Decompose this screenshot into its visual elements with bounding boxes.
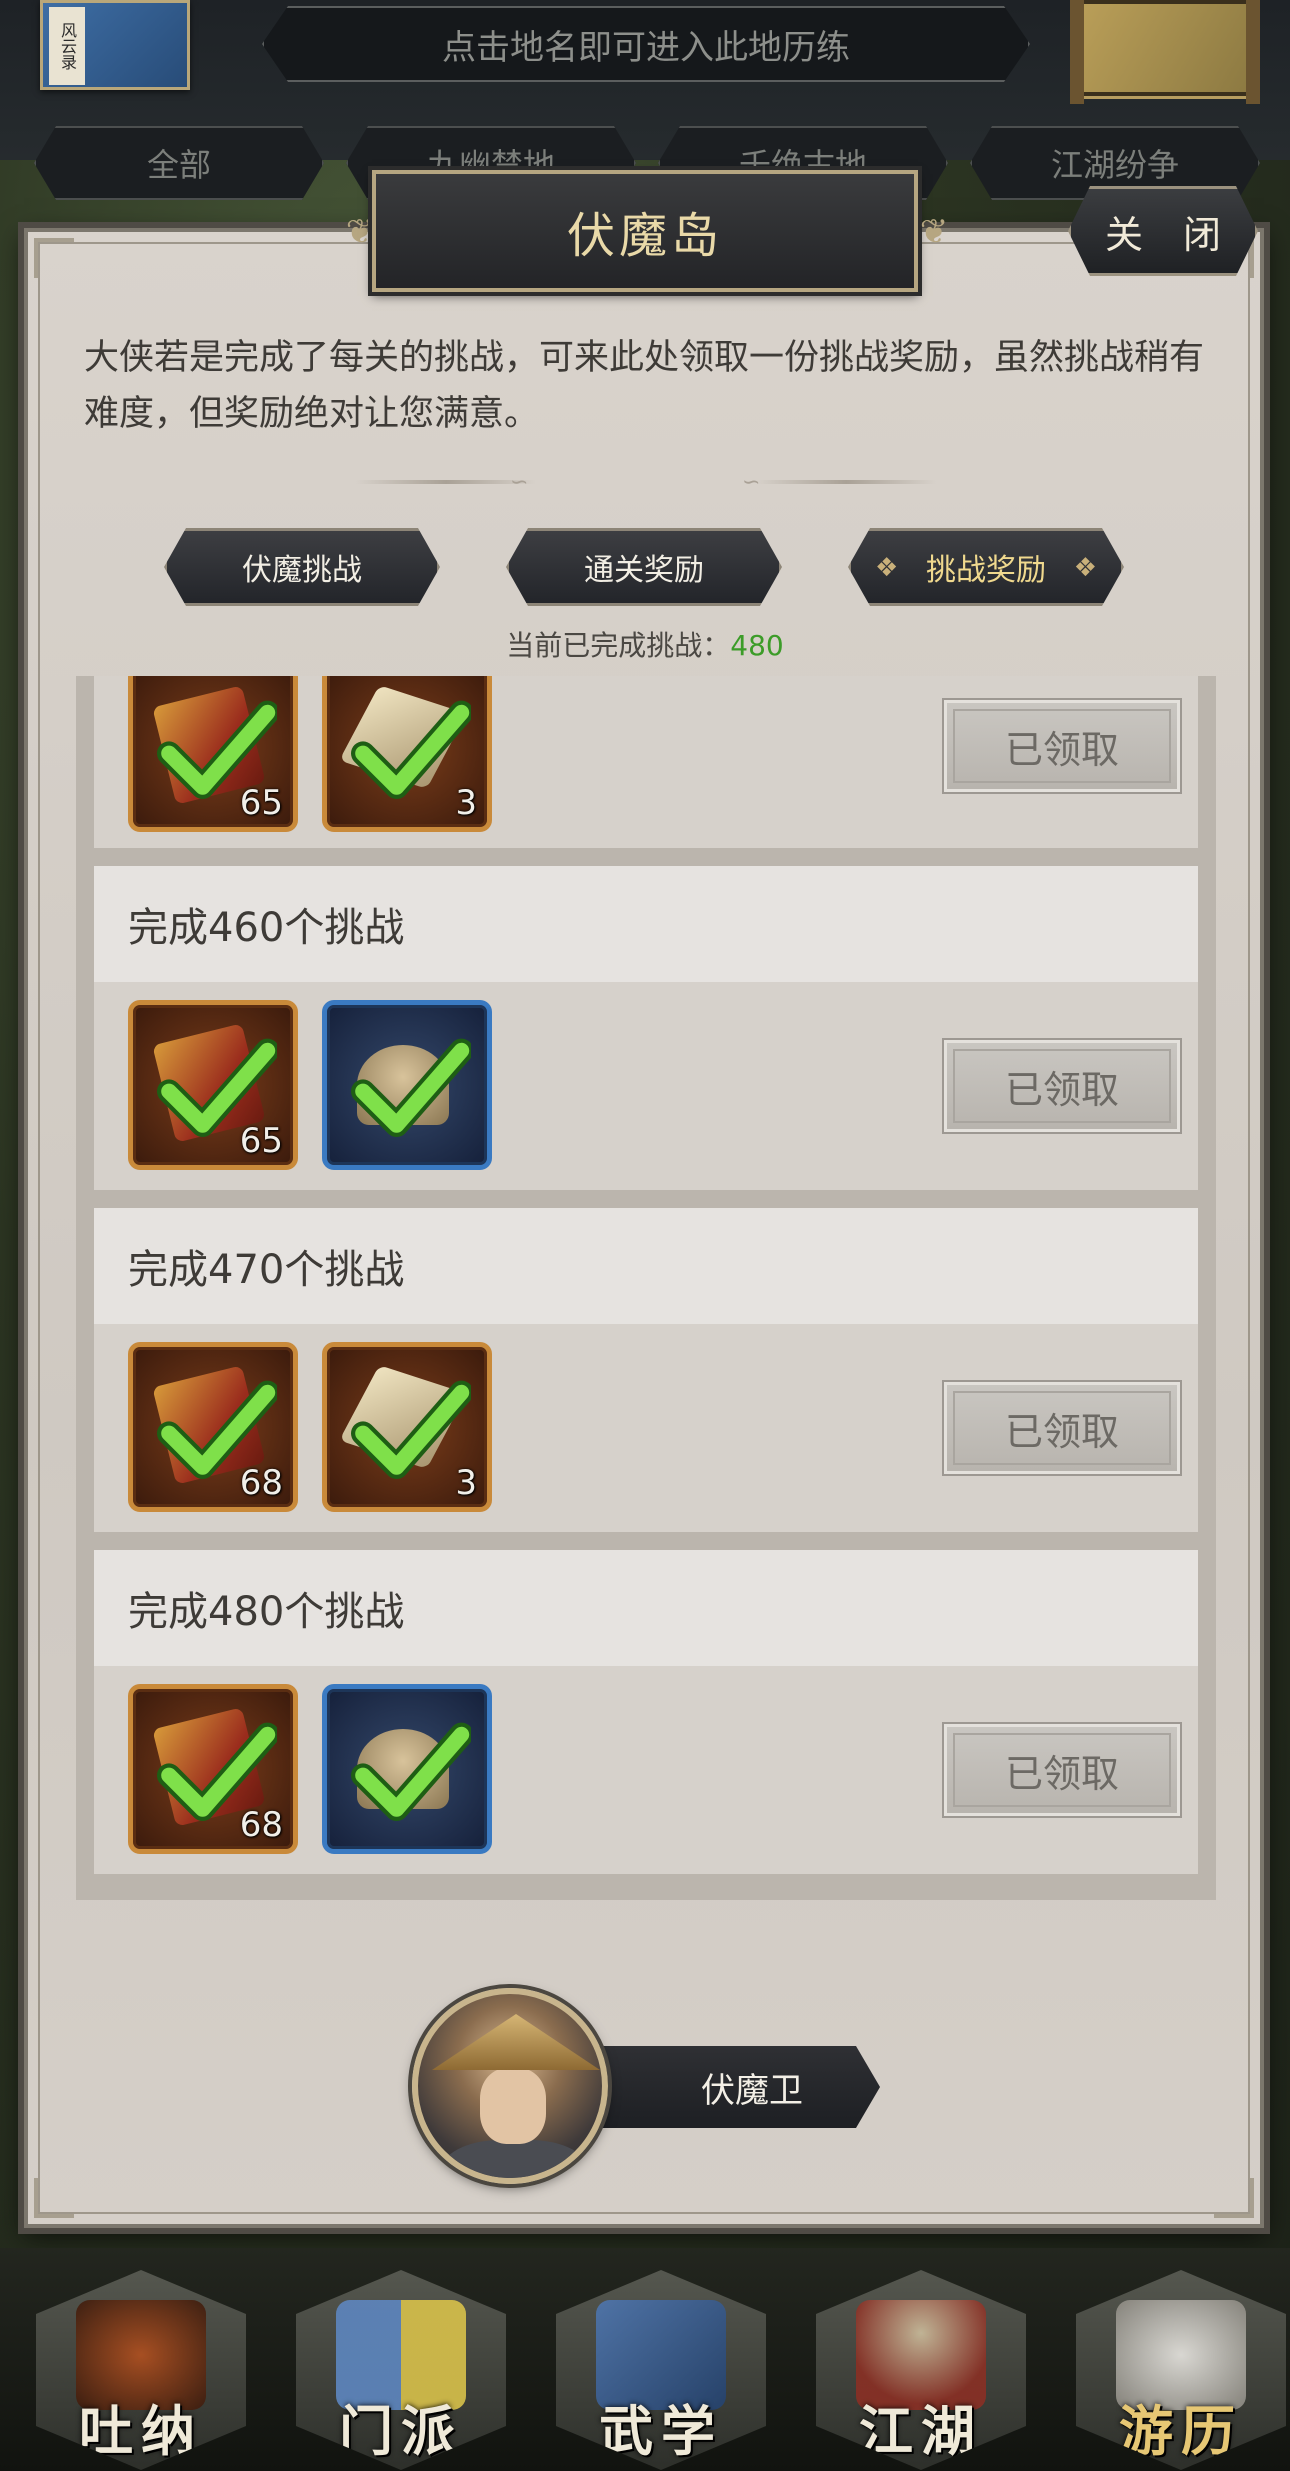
tab-ornament-right-icon: ❖: [1073, 553, 1097, 583]
divider-right: [756, 480, 936, 484]
reward-item-scroll[interactable]: 68: [128, 1342, 298, 1512]
tab-challenge-reward-label: 挑战奖励: [926, 553, 1046, 588]
nav-youli[interactable]: 游历: [1076, 2270, 1286, 2470]
reward-card: 完成480个挑战 68 已领取: [94, 1550, 1198, 1874]
npc-portrait-avatar[interactable]: [412, 1988, 608, 2184]
reward-item-hat[interactable]: [322, 1684, 492, 1854]
reward-item-scroll[interactable]: 68: [128, 1684, 298, 1854]
bottom-nav: 吐纳 门派 武学 江湖 游历: [0, 2248, 1290, 2471]
reward-item-scroll[interactable]: 65: [128, 676, 298, 832]
tab-fumo-challenge[interactable]: 伏魔挑战: [164, 528, 440, 606]
item-count: 65: [239, 1121, 283, 1161]
check-icon: [351, 700, 471, 799]
reward-item-paper[interactable]: 3: [322, 1342, 492, 1512]
divider-left: [356, 480, 536, 484]
reward-card-title: 完成480个挑战: [94, 1550, 1198, 1666]
nav-youli-label: 游历: [1119, 2399, 1243, 2463]
reward-item-scroll[interactable]: 65: [128, 1000, 298, 1170]
reward-card: 65 3 已领取: [94, 676, 1198, 848]
nav-tuna[interactable]: 吐纳: [36, 2270, 246, 2470]
check-icon: [351, 1038, 471, 1137]
tab-challenge-reward[interactable]: ❖ 挑战奖励 ❖: [848, 528, 1124, 606]
close-button[interactable]: 关 闭: [1068, 186, 1258, 276]
nav-menpai[interactable]: 门派: [296, 2270, 506, 2470]
map-book-button[interactable]: 风云录: [40, 0, 190, 90]
nav-menpai-label: 门派: [339, 2399, 463, 2463]
item-count: 3: [455, 1463, 477, 1503]
progress-value: 480: [730, 629, 784, 662]
reward-item-hat[interactable]: [322, 1000, 492, 1170]
item-count: 3: [455, 783, 477, 823]
dialog-title: 伏魔岛: [372, 170, 918, 292]
claimed-button[interactable]: 已领取: [944, 1724, 1180, 1816]
nav-tuna-label: 吐纳: [79, 2399, 203, 2463]
progress-line: 当前已完成挑战：480: [0, 624, 1290, 664]
check-icon: [351, 1380, 471, 1479]
tab-ornament-left-icon: ❖: [875, 553, 899, 583]
claimed-button[interactable]: 已领取: [944, 1040, 1180, 1132]
reward-list[interactable]: 65 3 已领取 完成460个挑战 65 已领取 完成470个挑战 68 3 已…: [76, 676, 1216, 1900]
item-count: 68: [239, 1805, 283, 1845]
map-book-label: 风云录: [49, 7, 85, 85]
claimed-button[interactable]: 已领取: [944, 700, 1180, 792]
reward-card-title: 完成470个挑战: [94, 1208, 1198, 1324]
npc-name-plate[interactable]: 伏魔卫: [590, 2046, 880, 2128]
straw-hat-icon: [432, 2014, 600, 2070]
item-count: 68: [239, 1463, 283, 1503]
item-count: 65: [239, 783, 283, 823]
nav-jianghu-label: 江湖: [859, 2399, 983, 2463]
filter-tab-all[interactable]: 全部: [34, 126, 324, 200]
reward-card: 完成470个挑战 68 3 已领取: [94, 1208, 1198, 1532]
reward-card: 完成460个挑战 65 已领取: [94, 866, 1198, 1190]
nav-wuxue-label: 武学: [599, 2399, 723, 2463]
progress-label: 当前已完成挑战：: [506, 629, 731, 662]
title-ornament-right-icon: ❦: [919, 212, 949, 252]
nav-wuxue[interactable]: 武学: [556, 2270, 766, 2470]
hint-bar: 点击地名即可进入此地历练: [262, 6, 1030, 82]
reward-item-paper[interactable]: 3: [322, 676, 492, 832]
tab-clear-reward[interactable]: 通关奖励: [506, 528, 782, 606]
divider-ornament-left-icon: ∽: [510, 470, 529, 495]
reward-card-title: 完成460个挑战: [94, 866, 1198, 982]
nav-jianghu[interactable]: 江湖: [816, 2270, 1026, 2470]
check-icon: [351, 1722, 471, 1821]
dialog-description: 大侠若是完成了每关的挑战，可来此处领取一份挑战奖励，虽然挑战稍有难度，但奖励绝对…: [84, 338, 1205, 434]
claimed-button[interactable]: 已领取: [944, 1382, 1180, 1474]
world-map-scroll-icon[interactable]: [1070, 0, 1260, 104]
